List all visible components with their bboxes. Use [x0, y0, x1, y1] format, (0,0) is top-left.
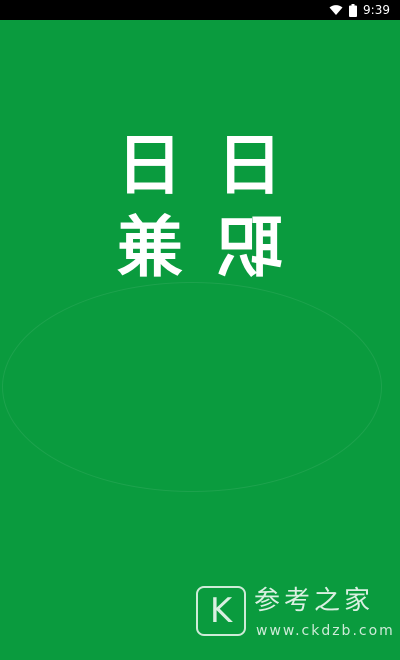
watermark-url: www.ckdzb.com — [256, 623, 395, 639]
splash-screen: 日 日 兼 职 K 参考之家 www.ckdzb.com — [0, 20, 400, 660]
app-logo: 日 日 兼 职 — [110, 127, 290, 288]
watermark-k-icon: K — [196, 586, 246, 636]
site-watermark: K 参考之家 www.ckdzb.com — [196, 586, 394, 642]
watermark-title: 参考之家 — [254, 586, 375, 616]
wifi-icon — [329, 4, 343, 16]
status-time: 9:39 — [363, 3, 390, 17]
status-icons: 9:39 — [329, 0, 390, 20]
status-bar: 9:39 — [0, 0, 400, 20]
logo-glyph: 兼 — [117, 209, 183, 286]
logo-row-top: 日 日 — [110, 127, 290, 204]
battery-icon — [349, 3, 358, 17]
decorative-oval — [2, 282, 382, 492]
logo-row-bottom: 兼 职 — [110, 209, 290, 286]
logo-glyph: 职 — [217, 209, 283, 286]
logo-glyph: 日 — [117, 127, 183, 204]
logo-glyph: 日 — [217, 127, 283, 204]
